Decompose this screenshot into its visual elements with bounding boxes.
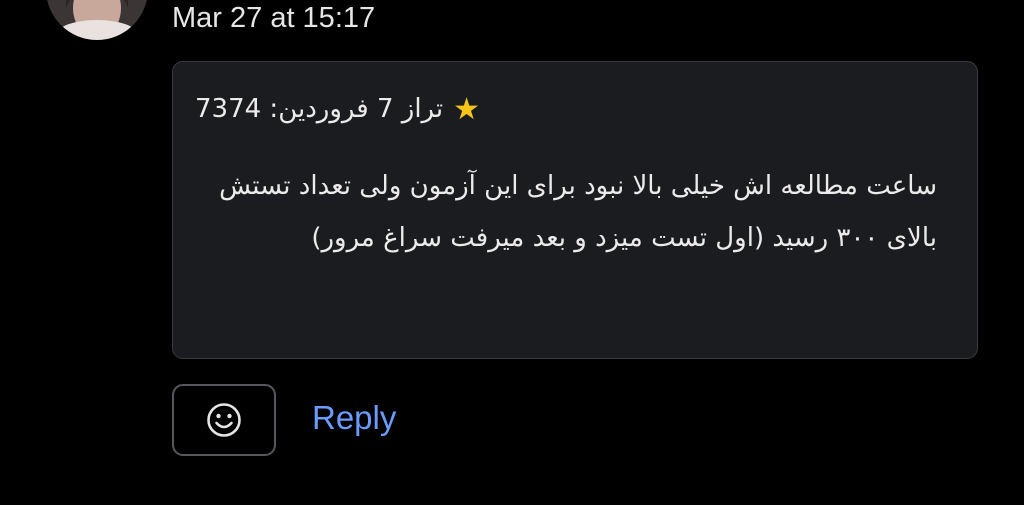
avatar-image bbox=[46, 0, 148, 40]
smiley-icon bbox=[207, 403, 241, 437]
avatar[interactable] bbox=[46, 0, 148, 40]
add-reaction-button[interactable] bbox=[172, 384, 276, 456]
message-title-line: ★ تراز 7 فروردین: 7374 bbox=[195, 84, 955, 134]
message-timestamp: Mar 27 at 15:17 bbox=[172, 2, 376, 34]
reply-button[interactable]: Reply bbox=[312, 396, 396, 440]
message-card: ★ تراز 7 فروردین: 7374 ساعت مطالعه اش خیل… bbox=[172, 61, 978, 359]
message-title: تراز 7 فروردین: 7374 bbox=[195, 94, 444, 124]
message-body: ساعت مطالعه اش خیلی بالا نبود برای این آ… bbox=[219, 171, 937, 253]
star-icon: ★ bbox=[453, 92, 481, 127]
